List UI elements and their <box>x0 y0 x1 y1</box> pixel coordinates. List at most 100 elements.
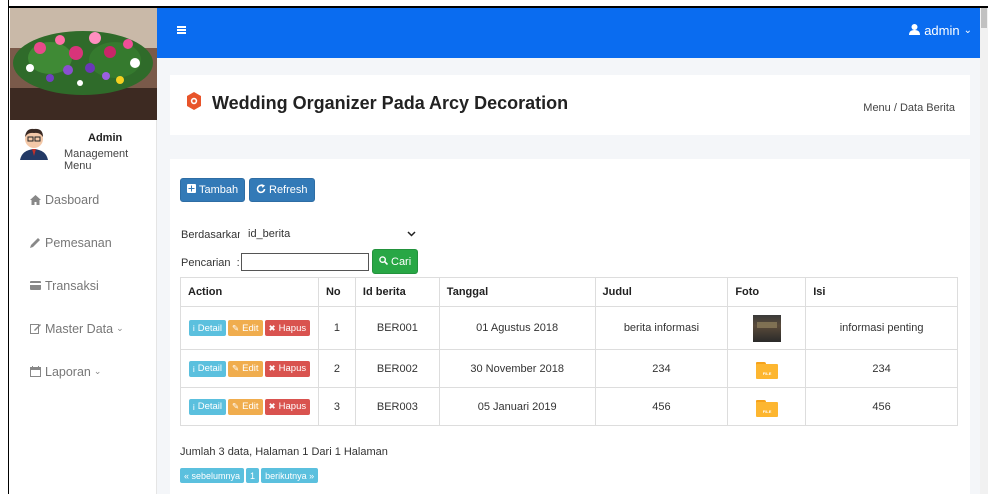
filter-select[interactable]: id_berita <box>240 219 422 249</box>
cari-button[interactable]: Cari <box>372 249 419 274</box>
admin-username: admin <box>924 23 960 38</box>
sidebar-menu: Dasboard Pemesanan Transaksi Master Data… <box>10 178 157 393</box>
cell-isi: 234 <box>805 349 958 388</box>
hapus-button[interactable]: ✖ Hapus <box>264 320 311 336</box>
main-content: Wedding Organizer Pada Arcy Decoration M… <box>157 58 980 494</box>
cell-tanggal: 30 November 2018 <box>438 349 596 388</box>
prev-page-button[interactable]: « sebelumnya <box>180 468 245 483</box>
data-panel: Tambah Refresh Berdasarkan: id_berita Pe… <box>170 159 970 494</box>
info-icon: i <box>192 401 195 412</box>
edit-button[interactable]: ✎ Edit <box>228 320 263 336</box>
pagination: « sebelumnya 1 berikutnya » <box>180 468 319 483</box>
card-icon <box>28 281 42 290</box>
hapus-label: Hapus <box>278 363 307 374</box>
admin-user-menu[interactable]: admin ⌄ <box>909 23 972 38</box>
close-icon: ✖ <box>268 322 276 333</box>
refresh-label: Refresh <box>269 184 308 196</box>
file-folder-icon[interactable]: FILE <box>755 400 778 417</box>
user-panel: Admin Management Menu <box>10 120 157 172</box>
cell-judul: berita informasi <box>594 306 729 350</box>
sidebar-item-label: Pemesanan <box>45 235 112 250</box>
sidebar-item-dasboard[interactable]: Dasboard <box>10 178 157 221</box>
cell-foto <box>727 306 807 350</box>
sidebar-item-laporan[interactable]: Laporan ⌄ <box>10 350 157 393</box>
hapus-label: Hapus <box>278 401 307 412</box>
chevron-down-icon <box>407 229 416 239</box>
filter-label: Berdasarkan: <box>181 229 247 241</box>
detail-button[interactable]: i Detail <box>188 320 227 336</box>
scrollbar-thumb[interactable] <box>981 8 987 28</box>
info-icon: i <box>192 363 195 374</box>
user-role: Management Menu <box>64 148 129 172</box>
page-number-button[interactable]: 1 <box>246 468 260 483</box>
sidebar-item-transaksi[interactable]: Transaksi <box>10 264 157 307</box>
col-header-tanggal: Tanggal <box>438 277 596 307</box>
edit-icon: ✎ <box>232 322 240 333</box>
cari-label: Cari <box>391 255 412 268</box>
col-header-isi: Isi <box>805 277 958 307</box>
cell-no: 3 <box>317 387 356 426</box>
action-cell: i Detail ✎ Edit ✖ Hapus <box>180 306 319 350</box>
col-header-no: No <box>317 277 356 307</box>
home-icon <box>28 194 42 205</box>
calendar-icon <box>28 366 42 377</box>
file-icon-text: FILE <box>762 409 772 414</box>
sidebar-item-pemesanan[interactable]: Pemesanan <box>10 221 157 264</box>
search-label-colon: : <box>236 257 240 269</box>
cell-id-berita: BER001 <box>354 306 440 350</box>
cell-tanggal: 05 Januari 2019 <box>438 387 596 426</box>
cell-judul: 234 <box>594 349 729 388</box>
search-input[interactable] <box>241 253 369 271</box>
hapus-button[interactable]: ✖ Hapus <box>264 360 311 377</box>
pagination-summary: Jumlah 3 data, Halaman 1 Dari 1 Halaman <box>180 446 388 458</box>
edit-icon: ✎ <box>232 401 240 411</box>
edit-button[interactable]: ✎ Edit <box>228 398 263 415</box>
cell-isi: 456 <box>805 387 958 426</box>
edit-label: Edit <box>242 363 259 374</box>
col-header-id-berita: Id berita <box>354 277 440 307</box>
detail-label: Detail <box>197 322 223 334</box>
chevron-down-icon: ⌄ <box>963 25 972 36</box>
top-navbar: admin ⌄ <box>157 8 980 58</box>
cell-isi: informasi penting <box>805 306 958 350</box>
edit-icon <box>28 323 42 334</box>
tambah-button[interactable]: Tambah <box>180 178 246 202</box>
hamburger-menu-icon[interactable] <box>177 26 186 34</box>
plus-square-icon <box>187 184 196 196</box>
cell-no: 2 <box>317 349 356 388</box>
hapus-button[interactable]: ✖ Hapus <box>264 398 311 415</box>
pencil-icon <box>28 237 42 248</box>
file-icon-text: FILE <box>762 371 772 376</box>
detail-label: Detail <box>197 363 223 374</box>
col-header-action: Action <box>180 277 319 307</box>
edit-button[interactable]: ✎ Edit <box>228 360 263 377</box>
edit-label: Edit <box>242 322 259 334</box>
window-frame-left <box>0 0 9 494</box>
table-row: i Detail ✎ Edit ✖ Hapus 1 BER001 01 Agustus… <box>180 306 958 350</box>
detail-button[interactable]: i Detail <box>188 360 227 377</box>
admin-avatar-icon <box>20 128 48 160</box>
chevron-down-icon: ⌄ <box>116 323 124 333</box>
cell-foto: FILE <box>727 349 807 388</box>
sidebar-item-label: Laporan <box>45 364 91 379</box>
file-folder-icon[interactable]: FILE <box>755 362 778 379</box>
refresh-button[interactable]: Refresh <box>249 178 315 202</box>
col-header-foto: Foto <box>727 277 807 307</box>
hapus-label: Hapus <box>278 322 307 334</box>
action-cell: i Detail ✎ Edit ✖ Hapus <box>180 387 319 426</box>
action-cell: i Detail ✎ Edit ✖ Hapus <box>180 349 319 388</box>
close-icon: ✖ <box>268 401 276 411</box>
table-row: i Detail ✎ Edit ✖ Hapus 2 BER002 30 Novembe… <box>180 349 958 388</box>
search-icon <box>379 255 389 268</box>
sidebar-item-label: Transaksi <box>45 278 99 293</box>
news-photo-thumbnail[interactable] <box>752 314 781 342</box>
flower-banner-image <box>10 8 157 120</box>
cell-judul: 456 <box>594 387 729 426</box>
sidebar-item-master-data[interactable]: Master Data ⌄ <box>10 307 157 350</box>
sidebar: Admin Management Menu Dasboard Pemesanan… <box>10 8 157 494</box>
table-header-row: Action No Id berita Tanggal Judul Foto I… <box>180 277 958 307</box>
col-header-judul: Judul <box>594 277 729 307</box>
detail-button[interactable]: i Detail <box>188 398 227 415</box>
page-scrollbar[interactable] <box>980 8 988 494</box>
next-page-button[interactable]: berikutnya » <box>261 468 319 483</box>
